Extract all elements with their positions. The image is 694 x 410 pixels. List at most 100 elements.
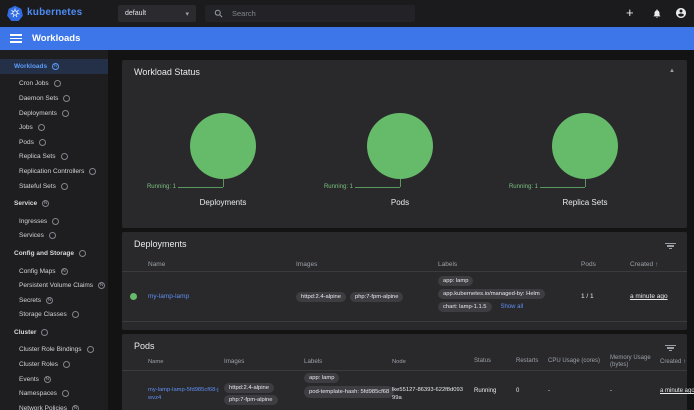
- sidebar-item-cluster-role-bindings[interactable]: Cluster Role Bindings: [0, 343, 108, 358]
- column-header-images[interactable]: Images: [294, 261, 436, 268]
- brand-title: kubernetes: [27, 7, 82, 18]
- column-header-pods[interactable]: Pods: [577, 261, 622, 268]
- pods-pie-chart: Running: 1 Pods: [308, 113, 492, 213]
- chart-title: Replica Sets: [493, 198, 677, 207]
- replica-sets-pie-chart: Running: 1 Replica Sets: [493, 113, 677, 213]
- menu-hamburger-icon[interactable]: [10, 32, 22, 45]
- create-resource-button[interactable]: +: [626, 3, 634, 23]
- sidebar-item-namespaces[interactable]: Namespaces: [0, 386, 108, 401]
- deployment-name-link[interactable]: my-lamp-lamp: [148, 293, 189, 300]
- deployments-card-title: Deployments: [134, 239, 187, 249]
- sidebar-item-services[interactable]: Services: [0, 229, 108, 244]
- sidebar-item-deployments[interactable]: Deployments: [0, 106, 108, 121]
- sidebar-item-label: Network Policies: [19, 405, 67, 410]
- label-chip: chart: lamp-1.1.5: [438, 302, 492, 312]
- namespace-badge-icon: N: [61, 268, 68, 275]
- sidebar-item-label: Persistent Volume Claims: [19, 282, 93, 289]
- sidebar-item-cron-jobs[interactable]: Cron Jobs: [0, 77, 108, 92]
- column-header-labels[interactable]: Labels: [302, 358, 390, 365]
- running-count-label: Running: 1: [147, 184, 176, 190]
- pods-card: Pods Name Images Labels Node Status Rest…: [122, 334, 687, 410]
- sidebar-item-secrets[interactable]: Secrets N: [0, 293, 108, 308]
- pod-restarts: 0: [510, 371, 540, 410]
- sidebar-item-cluster-roles[interactable]: Cluster Roles: [0, 357, 108, 372]
- namespace-badge-icon: [79, 250, 86, 257]
- search-placeholder: Search: [232, 9, 256, 18]
- sort-ascending-icon: ↑: [655, 261, 658, 268]
- user-account-icon[interactable]: [675, 7, 687, 19]
- sidebar-item-pods[interactable]: Pods: [0, 135, 108, 150]
- sidebar-item-cluster[interactable]: Cluster: [0, 325, 108, 340]
- pod-memory-usage: -: [602, 371, 652, 410]
- collapse-card-button chevron-up-icon[interactable]: ▲: [669, 68, 675, 74]
- image-chip: httpd:2.4-alpine: [296, 292, 346, 302]
- namespace-badge-icon: [72, 311, 79, 318]
- running-count-label: Running: 1: [509, 184, 538, 190]
- sidebar-item-daemon-sets[interactable]: Daemon Sets: [0, 91, 108, 106]
- column-header-created[interactable]: Created ↑: [622, 261, 687, 268]
- filter-icon[interactable]: [665, 343, 676, 353]
- namespace-badge-icon: N: [52, 63, 59, 70]
- pod-name-link[interactable]: my-lamp-lamp-5fd985cf68-jwvz4: [148, 387, 219, 401]
- sidebar-item-workloads[interactable]: Workloads N: [0, 59, 108, 74]
- deployments-card: Deployments Name Images Labels Pods Crea…: [122, 232, 687, 330]
- sidebar-item-stateful-sets[interactable]: Stateful Sets: [0, 179, 108, 194]
- sidebar-item-replication-controllers[interactable]: Replication Controllers: [0, 164, 108, 179]
- deployments-table-header: Name Images Labels Pods Created ↑: [122, 258, 687, 272]
- namespace-badge-icon: [52, 218, 59, 225]
- sidebar-item-network-policies[interactable]: Network Policies N: [0, 401, 108, 410]
- leader-line: [178, 187, 223, 188]
- pod-created-time: a minute ago: [660, 388, 694, 394]
- main-content: Workload Status ▲ Running: 1 Deployments…: [108, 50, 694, 410]
- search-input[interactable]: Search: [205, 5, 415, 22]
- namespace-badge-icon: [63, 95, 70, 102]
- sidebar-item-config-and-storage[interactable]: Config and Storage: [0, 246, 108, 261]
- column-header-restarts[interactable]: Restarts: [510, 358, 540, 365]
- sidebar-item-events[interactable]: Events N: [0, 372, 108, 387]
- namespace-selector[interactable]: default ▾: [118, 5, 196, 22]
- column-header-status[interactable]: Status: [470, 358, 510, 365]
- sidebar-item-service[interactable]: Service N: [0, 196, 108, 211]
- notifications-bell-icon[interactable]: [652, 8, 662, 19]
- sidebar-item-storage-classes[interactable]: Storage Classes: [0, 308, 108, 323]
- sidebar-item-persistent-volume-claims[interactable]: Persistent Volume Claims N: [0, 278, 108, 293]
- filter-icon[interactable]: [665, 241, 676, 251]
- column-header-images[interactable]: Images: [222, 358, 302, 365]
- sidebar-item-config-maps[interactable]: Config Maps N: [0, 264, 108, 279]
- namespace-badge-icon: [41, 329, 48, 336]
- status-ok-dot-icon: [130, 293, 137, 300]
- namespace-badge-icon: [89, 168, 96, 175]
- page-title: Workloads: [32, 33, 80, 44]
- column-header-name[interactable]: Name: [144, 358, 222, 366]
- namespace-badge-icon: [62, 110, 69, 117]
- image-chip: httpd:2.4-alpine: [224, 383, 274, 393]
- deployments-pie-chart: Running: 1 Deployments: [131, 113, 315, 213]
- column-header-memory[interactable]: Memory Usage (bytes): [602, 355, 652, 369]
- namespace-badge-icon: [61, 183, 68, 190]
- column-header-created[interactable]: Created ↑: [652, 358, 687, 366]
- sidebar-item-replica-sets[interactable]: Replica Sets: [0, 150, 108, 165]
- sidebar-nav: Workloads N Cron Jobs Daemon Sets Deploy…: [0, 50, 108, 410]
- sidebar-item-jobs[interactable]: Jobs: [0, 120, 108, 135]
- deployment-created-time: a minute ago: [630, 293, 668, 300]
- sidebar-item-label: Cron Jobs: [19, 80, 49, 87]
- namespace-badge-icon: [49, 232, 56, 239]
- column-header-cpu[interactable]: CPU Usage (cores): [540, 358, 602, 365]
- pie-running-slice: [552, 113, 618, 179]
- sidebar-item-label: Cluster Roles: [19, 361, 58, 368]
- show-all-labels-link[interactable]: Show all: [501, 304, 524, 310]
- sidebar-item-label: Replication Controllers: [19, 168, 84, 175]
- sidebar-item-ingresses[interactable]: Ingresses: [0, 214, 108, 229]
- namespace-badge-icon: [61, 153, 68, 160]
- column-header-node[interactable]: Node: [390, 358, 470, 366]
- pods-card-title: Pods: [134, 341, 155, 351]
- sidebar-item-label: Config Maps: [19, 268, 56, 275]
- workload-status-card: Workload Status ▲ Running: 1 Deployments…: [122, 60, 687, 228]
- sidebar-item-label: Cluster Role Bindings: [19, 346, 82, 353]
- running-count-label: Running: 1: [324, 184, 353, 190]
- sidebar-item-label: Workloads: [14, 63, 47, 70]
- column-header-labels[interactable]: Labels: [436, 261, 577, 268]
- sidebar-item-label: Services: [19, 232, 44, 239]
- column-header-name[interactable]: Name: [144, 261, 294, 268]
- namespace-badge-icon: [62, 390, 69, 397]
